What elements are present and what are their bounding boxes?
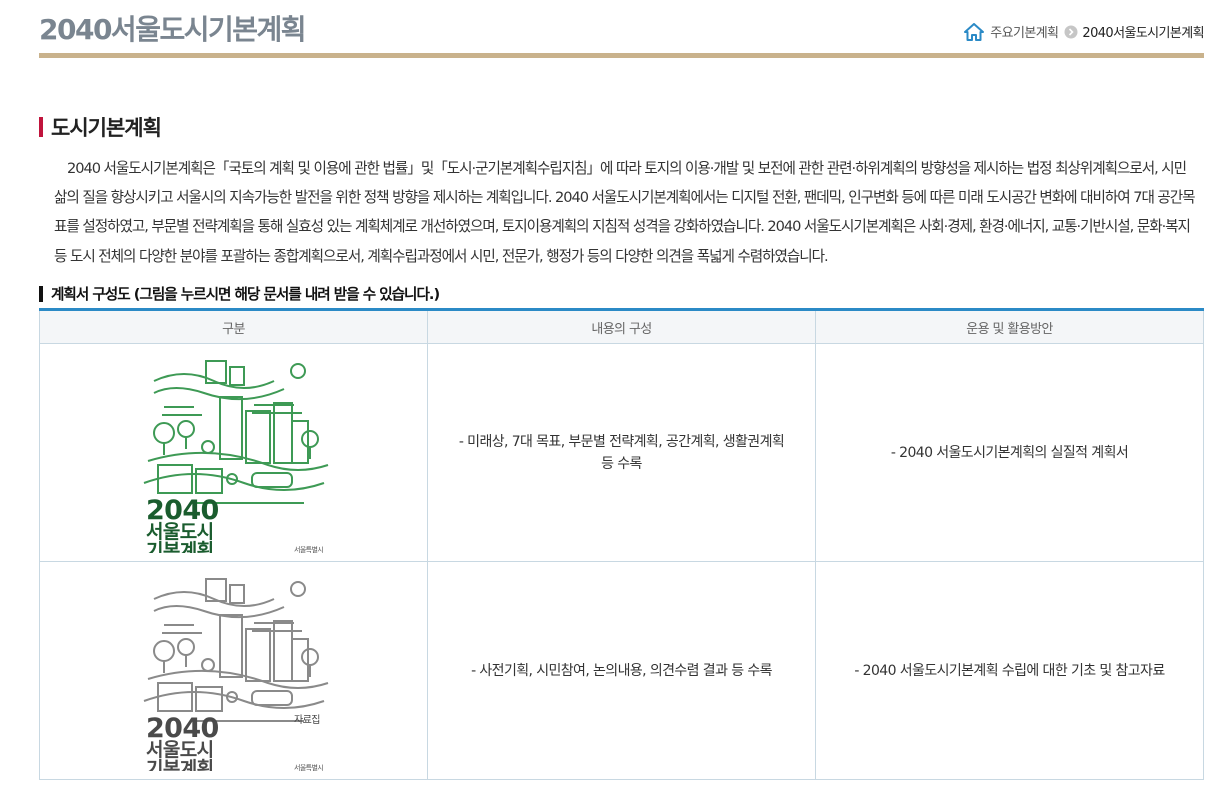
page-header: 2040서울도시기본계획 주요기본계획 2040서울도시기본계획	[39, 0, 1205, 58]
section-title: 도시기본계획	[51, 116, 162, 140]
intro-paragraph: 2040 서울도시기본계획은「국토의 계획 및 이용에 관한 법률」및「도시·군…	[54, 160, 1196, 265]
cover-publisher: 서울특별시	[294, 545, 323, 553]
document-structure-table: 구분 내용의 구성 운용 및 활용방안 2040 서울도시 기본계획 서울특별시…	[39, 308, 1204, 780]
table-row: 2040 서울도시 기본계획 서울특별시 - 미래상, 7대 목표, 부문별 전…	[39, 343, 1204, 562]
page-title: 2040서울도시기본계획	[39, 13, 307, 46]
usage-cell: - 2040 서울도시기본계획의 실질적 계획서	[815, 343, 1204, 562]
structure-heading: 계획서 구성도 (그림을 누르시면 해당 문서를 내려 받을 수 있습니다.)	[39, 283, 440, 304]
contents-text: - 사전기획, 시민참여, 논의내용, 의견수렴 결과 등 수록	[471, 662, 772, 679]
contents-cell: - 사전기획, 시민참여, 논의내용, 의견수렴 결과 등 수록	[427, 561, 816, 780]
section-bar	[39, 117, 43, 137]
city-illustration	[143, 359, 328, 504]
cover-publisher: 서울특별시	[294, 763, 323, 771]
table-row: 2040 서울도시 기본계획 자료집 서울특별시 - 사전기획, 시민참여, 논…	[39, 561, 1204, 780]
usage-text: - 2040 서울도시기본계획의 실질적 계획서	[890, 444, 1129, 461]
cover-cell: 2040 서울도시 기본계획 자료집 서울특별시	[39, 561, 428, 780]
structure-heading-text: 계획서 구성도 (그림을 누르시면 해당 문서를 내려 받을 수 있습니다.)	[51, 286, 440, 303]
contents-cell: - 미래상, 7대 목표, 부문별 전략계획, 공간계획, 생활권계획 등 수록	[427, 343, 816, 562]
breadcrumb-parent[interactable]: 주요기본계획	[990, 22, 1059, 41]
column-header-usage: 운용 및 활용방안	[815, 309, 1204, 344]
chevron-right-icon	[1064, 25, 1078, 39]
subhead-bar	[39, 285, 43, 302]
section-heading: 도시기본계획	[39, 112, 162, 142]
usage-text: - 2040 서울도시기본계획 수립에 대한 기초 및 참고자료	[854, 662, 1165, 679]
breadcrumb-current: 2040서울도시기본계획	[1082, 26, 1204, 41]
cover-title-line2: 기본계획	[146, 540, 214, 553]
city-illustration	[143, 577, 328, 722]
breadcrumb: 주요기본계획 2040서울도시기본계획	[964, 22, 1205, 41]
column-header-category: 구분	[39, 309, 428, 344]
main-plan-cover-download[interactable]: 2040 서울도시 기본계획 서울특별시	[134, 353, 334, 553]
cover-cell: 2040 서울도시 기본계획 서울특별시	[39, 343, 428, 562]
column-header-contents: 내용의 구성	[427, 309, 816, 344]
cover-title-line2: 기본계획	[146, 758, 214, 771]
home-icon[interactable]	[964, 22, 985, 41]
appendix-cover-download[interactable]: 2040 서울도시 기본계획 자료집 서울특별시	[134, 571, 334, 771]
usage-cell: - 2040 서울도시기본계획 수립에 대한 기초 및 참고자료	[815, 561, 1204, 780]
table-header-row: 구분 내용의 구성 운용 및 활용방안	[39, 309, 1204, 344]
contents-text: - 미래상, 7대 목표, 부문별 전략계획, 공간계획, 생활권계획 등 수록	[458, 433, 785, 472]
cover-badge: 자료집	[294, 714, 320, 726]
